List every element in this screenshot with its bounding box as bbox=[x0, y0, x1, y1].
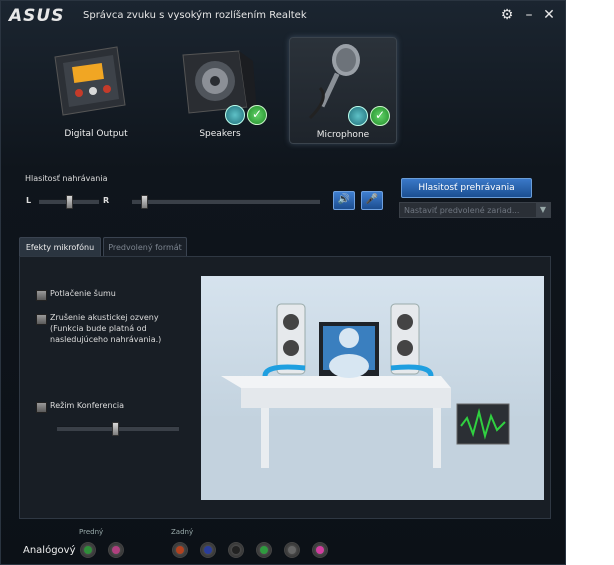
rear-jack-6[interactable] bbox=[312, 542, 328, 558]
chevron-down-icon: ▼ bbox=[536, 203, 550, 217]
noise-suppression-label: Potlačenie šumu bbox=[50, 289, 116, 298]
rear-jack-5[interactable] bbox=[284, 542, 300, 558]
digital-output-icon bbox=[54, 46, 126, 116]
gear-icon[interactable]: ⚙ bbox=[499, 6, 515, 24]
balance-right-label: R bbox=[103, 196, 110, 205]
rear-jack-4[interactable] bbox=[256, 542, 272, 558]
analog-label: Analógový bbox=[23, 545, 76, 556]
conference-level-slider-thumb[interactable] bbox=[112, 422, 119, 436]
speaker-mute-button[interactable]: 🔊 bbox=[333, 191, 355, 210]
checkmark-icon: ✓ bbox=[370, 106, 390, 126]
device-label: Microphone bbox=[316, 130, 370, 140]
conference-scene-illustration bbox=[201, 303, 544, 500]
window-title: Správca zvuku s vysokým rozlíšením Realt… bbox=[83, 10, 307, 21]
dropdown-value: Nastaviť predvolené zariad... bbox=[404, 206, 520, 215]
recording-volume-slider[interactable] bbox=[132, 195, 320, 209]
balance-slider[interactable] bbox=[39, 195, 99, 209]
device-digital-output[interactable]: Digital Output bbox=[43, 37, 149, 142]
minimize-icon[interactable]: – bbox=[521, 6, 537, 24]
checkmark-icon: ✓ bbox=[247, 105, 267, 125]
microphone-icon: 🎤 bbox=[365, 194, 379, 205]
speaker-volume-icon: 🔊 bbox=[337, 194, 351, 205]
playback-volume-button[interactable]: Hlasitosť prehrávania bbox=[401, 178, 532, 198]
conference-mode-label: Režim Konferencia bbox=[50, 401, 125, 410]
front-jack-2[interactable] bbox=[108, 542, 124, 558]
rear-jack-2[interactable] bbox=[200, 542, 216, 558]
balance-slider-thumb[interactable] bbox=[66, 195, 73, 209]
echo-cancellation-label: Zrušenie akustickej ozveny bbox=[50, 313, 159, 322]
device-speakers[interactable]: ✓ Speakers bbox=[167, 37, 273, 142]
front-jacks-label: Predný bbox=[79, 528, 104, 536]
tab-default-format[interactable]: Predvolený formát bbox=[103, 237, 187, 257]
echo-cancellation-checkbox[interactable] bbox=[36, 314, 47, 325]
echo-cancellation-note-line2: nasledujúceho nahrávania.) bbox=[50, 335, 162, 344]
microphone-mute-button[interactable]: 🎤 bbox=[361, 191, 383, 210]
rear-jacks-label: Zadný bbox=[171, 528, 194, 536]
rear-jack-3[interactable] bbox=[228, 542, 244, 558]
chat-icon bbox=[225, 105, 245, 125]
noise-suppression-checkbox[interactable] bbox=[36, 290, 47, 301]
asus-logo: ASUS bbox=[9, 6, 65, 26]
conference-level-slider[interactable] bbox=[57, 422, 179, 436]
tab-microphone-effects[interactable]: Efekty mikrofónu bbox=[19, 237, 101, 257]
realtek-audio-manager-window: ASUS Správca zvuku s vysokým rozlíšením … bbox=[0, 0, 566, 565]
set-default-device-dropdown[interactable]: Nastaviť predvolené zariad... ▼ bbox=[399, 202, 551, 218]
conference-mode-checkbox[interactable] bbox=[36, 402, 47, 413]
device-label: Digital Output bbox=[64, 129, 128, 139]
close-icon[interactable]: ✕ bbox=[541, 6, 557, 24]
recording-volume-label: Hlasitosť nahrávania bbox=[25, 174, 108, 183]
echo-cancellation-note-line1: (Funkcia bude platná od bbox=[50, 324, 147, 333]
device-label: Speakers bbox=[199, 129, 241, 139]
rear-jack-1[interactable] bbox=[172, 542, 188, 558]
title-bar: ASUS Správca zvuku s vysokým rozlíšením … bbox=[1, 1, 567, 31]
balance-left-label: L bbox=[26, 196, 32, 205]
recording-volume-slider-thumb[interactable] bbox=[141, 195, 148, 209]
conference-illustration bbox=[201, 276, 544, 500]
chat-icon bbox=[348, 106, 368, 126]
front-jack-1[interactable] bbox=[80, 542, 96, 558]
device-microphone[interactable]: ✓ Microphone bbox=[289, 37, 397, 144]
